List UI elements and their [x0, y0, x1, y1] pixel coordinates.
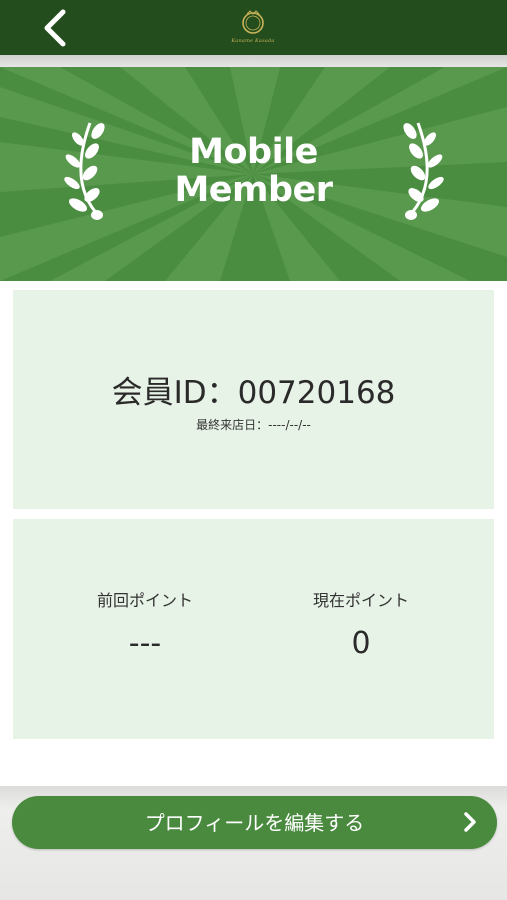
brand-logo: Kaname Kasada	[220, 8, 286, 48]
previous-points-value: ---	[128, 626, 162, 661]
current-points: 現在ポイント 0	[261, 591, 461, 661]
previous-points-label: 前回ポイント	[96, 591, 193, 610]
member-id: 会員ID：00720168	[111, 375, 396, 411]
logo-emblem-icon	[242, 10, 264, 34]
edit-profile-button[interactable]: プロフィールを編集する	[12, 796, 497, 849]
top-bar: Kaname Kasada	[0, 0, 507, 55]
last-visit-date: 最終来店日：----/--/--	[196, 418, 311, 432]
edit-profile-label: プロフィールを編集する	[144, 811, 365, 835]
member-id-card: 会員ID：00720168 最終来店日：----/--/--	[13, 290, 494, 509]
chevron-left-icon	[44, 9, 66, 47]
banner-title: Mobile Member	[0, 133, 507, 209]
chevron-right-icon	[464, 812, 476, 832]
previous-points: 前回ポイント ---	[45, 591, 245, 661]
logo-text: Kaname Kasada	[231, 38, 275, 44]
header-shadow-strip	[0, 55, 507, 67]
points-card: 前回ポイント --- 現在ポイント 0	[13, 519, 494, 739]
mobile-member-banner: Mobile Member	[0, 67, 507, 281]
current-points-label: 現在ポイント	[312, 591, 409, 610]
back-button[interactable]	[30, 6, 78, 50]
banner-title-line1: Mobile	[189, 132, 318, 172]
current-points-value: 0	[351, 626, 371, 661]
banner-title-line2: Member	[174, 170, 333, 210]
